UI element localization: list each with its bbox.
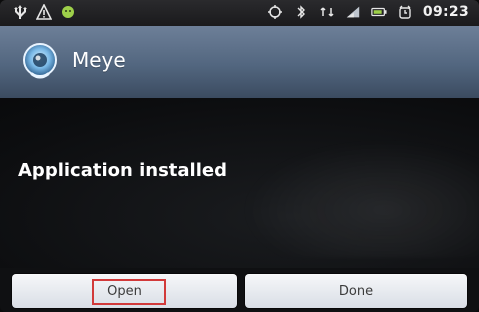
status-right-icons: 09:23 — [267, 4, 469, 20]
done-button[interactable]: Done — [245, 274, 467, 308]
alarm-icon — [397, 4, 413, 20]
data-icon — [319, 4, 335, 20]
bluetooth-icon — [293, 4, 309, 20]
usb-icon — [12, 4, 28, 20]
battery-icon — [371, 4, 387, 20]
dialog-button-bar: Open Done — [0, 268, 479, 312]
warning-icon — [36, 4, 52, 20]
app-header: Meye — [0, 26, 479, 98]
android-icon — [60, 4, 76, 20]
status-left-icons — [12, 4, 76, 20]
gps-icon — [267, 4, 283, 20]
signal-icon — [345, 4, 361, 20]
phone-screen: 09:23 Meye Application installed Open Do… — [0, 0, 479, 312]
meye-app-icon — [18, 40, 62, 84]
background-glow — [240, 138, 479, 258]
app-title: Meye — [72, 48, 126, 72]
open-button-label: Open — [107, 283, 142, 299]
install-message: Application installed — [18, 160, 227, 181]
clock-time: 09:23 — [422, 4, 469, 20]
open-button[interactable]: Open — [12, 274, 237, 308]
status-bar: 09:23 — [0, 0, 479, 26]
dialog-content: Application installed — [0, 98, 479, 268]
done-button-label: Done — [338, 283, 374, 299]
